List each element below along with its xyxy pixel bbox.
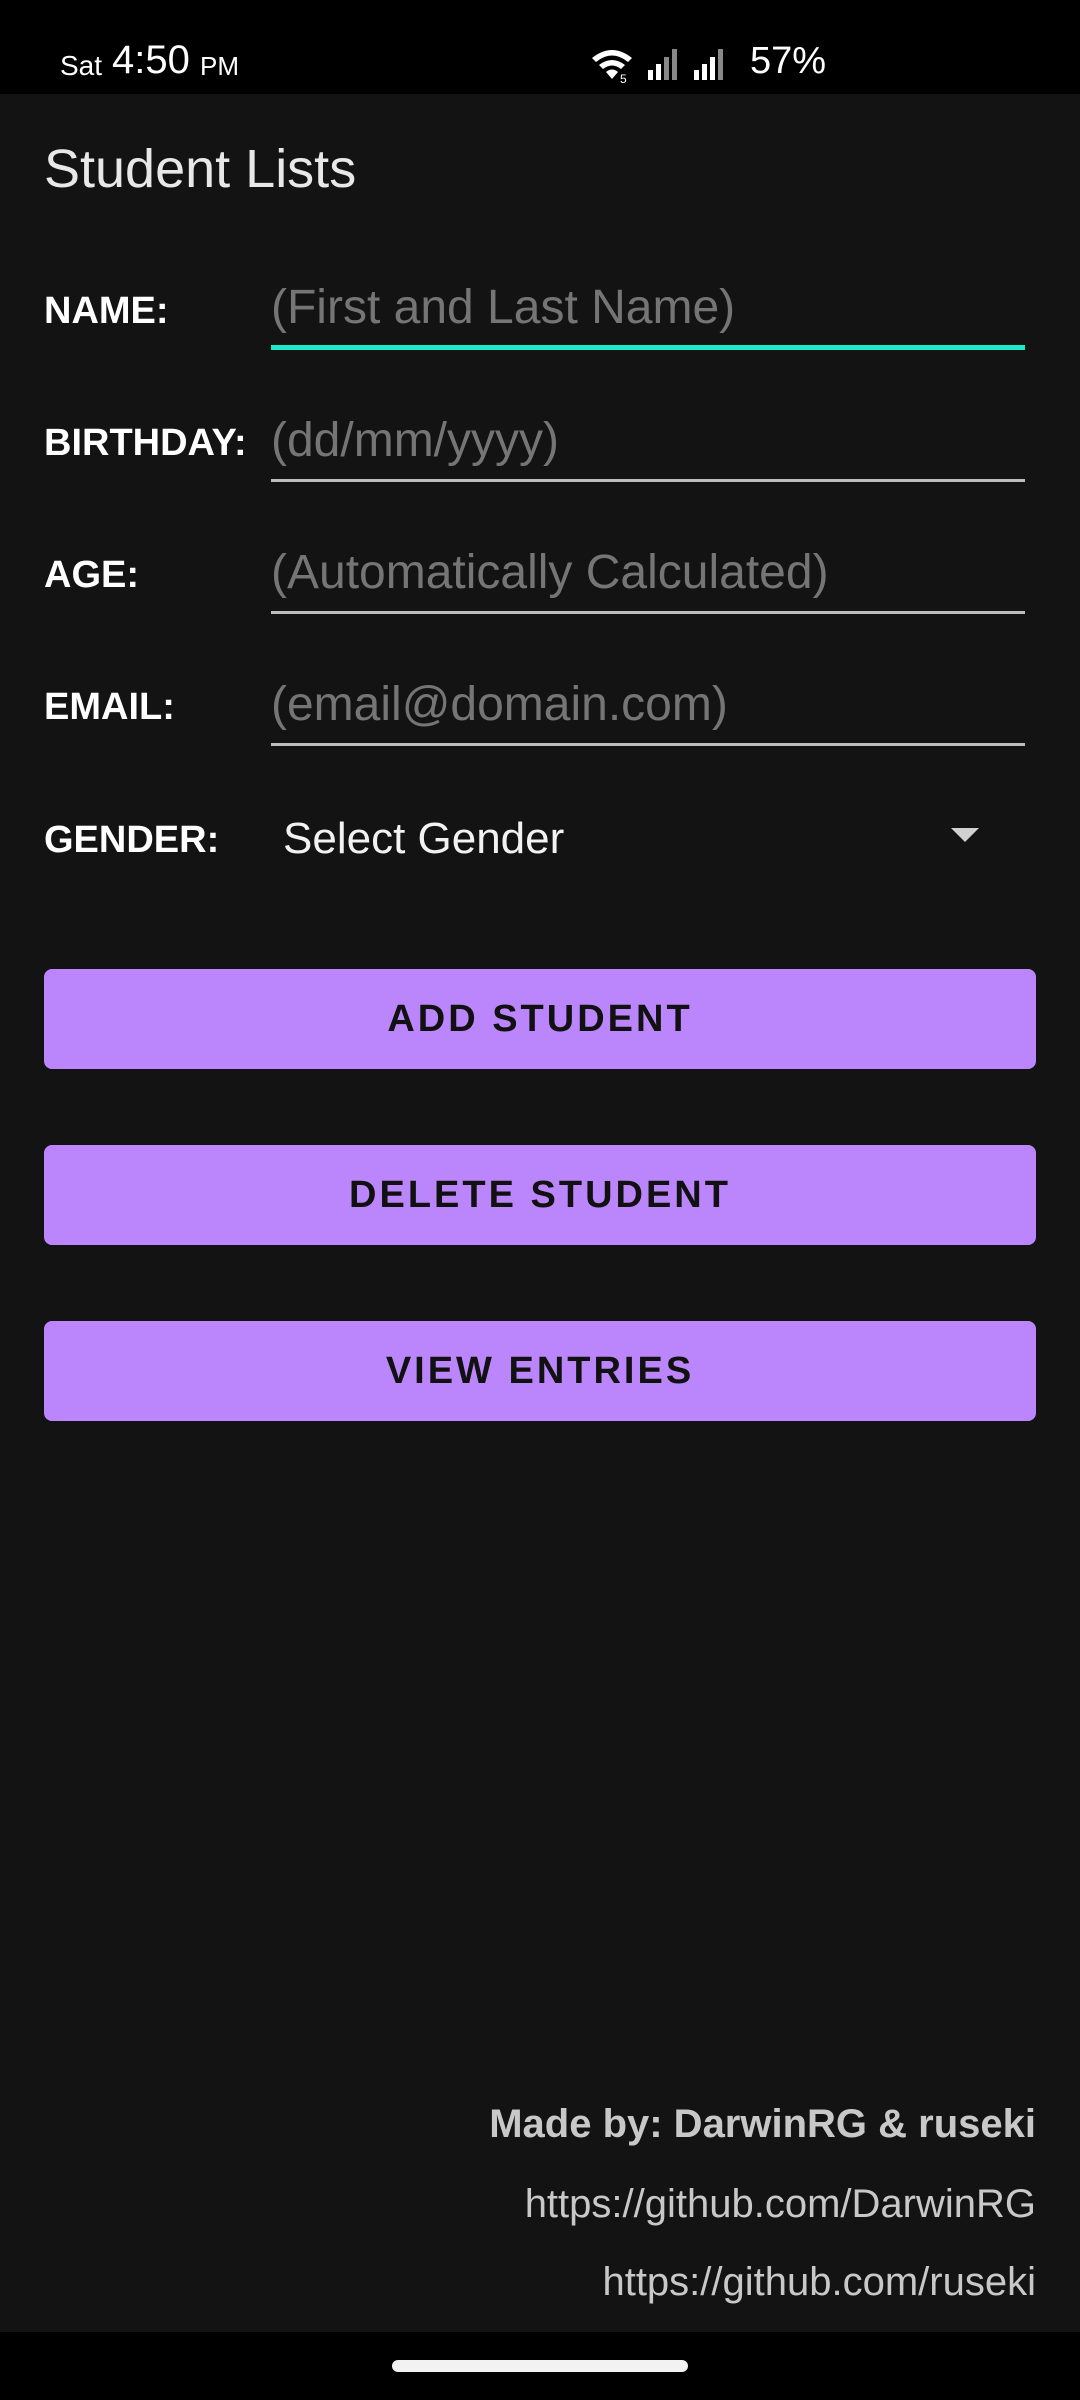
view-entries-button[interactable]: VIEW ENTRIES bbox=[44, 1321, 1036, 1421]
email-label: EMAIL: bbox=[44, 686, 175, 728]
birthday-label: BIRTHDAY: bbox=[44, 422, 247, 464]
gender-selected-value: Select Gender bbox=[283, 814, 565, 863]
age-input[interactable] bbox=[271, 534, 1025, 614]
status-icons: 5 bbox=[592, 49, 723, 84]
dropdown-arrow-icon bbox=[951, 828, 979, 842]
status-bar: Sat 4:50 PM 5 57% bbox=[0, 0, 1080, 94]
gender-dropdown[interactable]: Select Gender bbox=[271, 794, 1025, 884]
navigation-bar bbox=[0, 2332, 1080, 2400]
name-label: NAME: bbox=[44, 290, 169, 332]
status-day: Sat bbox=[60, 50, 103, 81]
github-link-ruseki[interactable]: https://github.com/ruseki bbox=[602, 2260, 1036, 2305]
svg-text:5: 5 bbox=[620, 72, 627, 84]
home-gesture-handle[interactable] bbox=[392, 2360, 688, 2372]
github-link-darwinrg[interactable]: https://github.com/DarwinRG bbox=[525, 2182, 1036, 2227]
cell-signal-icon bbox=[694, 49, 723, 80]
status-ampm: PM bbox=[200, 51, 239, 81]
birthday-input[interactable] bbox=[271, 402, 1025, 482]
name-input[interactable] bbox=[271, 270, 1025, 350]
delete-student-button[interactable]: DELETE STUDENT bbox=[44, 1145, 1036, 1245]
page-title: Student Lists bbox=[44, 139, 357, 199]
app-screen: Student Lists NAME: BIRTHDAY: AGE: EMAIL… bbox=[0, 94, 1080, 2332]
add-student-button[interactable]: ADD STUDENT bbox=[44, 969, 1036, 1069]
status-time: 4:50 bbox=[112, 38, 190, 82]
wifi-icon: 5 bbox=[592, 50, 632, 84]
credits-made-by: Made by: DarwinRG & ruseki bbox=[489, 2102, 1036, 2146]
age-label: AGE: bbox=[44, 554, 139, 596]
cell-signal-icon bbox=[648, 49, 677, 80]
email-input[interactable] bbox=[271, 666, 1025, 746]
battery-percentage: 57% bbox=[750, 40, 827, 82]
gender-label: GENDER: bbox=[44, 819, 220, 861]
